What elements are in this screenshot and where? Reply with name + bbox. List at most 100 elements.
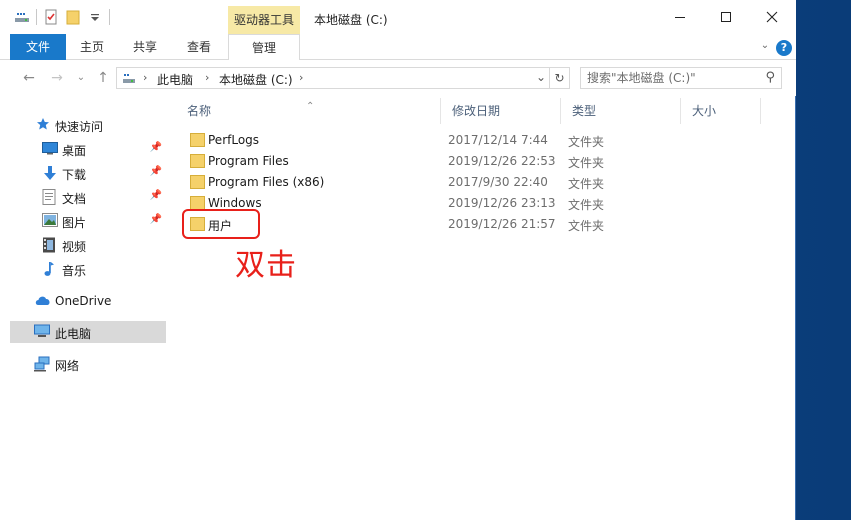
highlight-box xyxy=(182,209,260,239)
nav-item-desktop[interactable]: 桌面 📌 xyxy=(10,138,166,160)
document-icon xyxy=(42,189,58,205)
computer-icon xyxy=(34,324,50,340)
file-type: 文件夹 xyxy=(568,219,605,233)
column-header-label: 修改日期 xyxy=(452,104,501,118)
toolbar-separator xyxy=(36,9,37,25)
back-arrow-icon: ← xyxy=(23,70,35,86)
file-type: 文件夹 xyxy=(568,198,605,212)
column-header-label: 类型 xyxy=(572,104,597,118)
tab-manage[interactable]: 管理 xyxy=(228,34,300,61)
nav-quick-access[interactable]: 快速访问 xyxy=(10,114,166,136)
file-date: 2017/9/30 22:40 xyxy=(448,175,548,189)
column-header-type[interactable]: 类型 xyxy=(561,98,681,124)
column-header-size[interactable]: 大小 xyxy=(681,98,761,124)
drive-tools-context-tab: 驱动器工具 xyxy=(228,6,300,34)
file-date: 2019/12/26 22:53 xyxy=(448,154,556,168)
nav-network[interactable]: 网络 xyxy=(10,353,166,375)
customize-dropdown-icon[interactable] xyxy=(87,9,103,25)
file-type: 文件夹 xyxy=(568,135,605,149)
column-header-name[interactable]: 名称 ⌃ xyxy=(176,98,441,124)
sort-ascending-icon: ⌃ xyxy=(306,101,315,112)
nav-item-label: 音乐 xyxy=(62,264,87,278)
forward-button[interactable]: → xyxy=(48,69,66,87)
nav-item-documents[interactable]: 文档 📌 xyxy=(10,186,166,208)
tab-share[interactable]: 共享 xyxy=(122,34,168,60)
nav-item-music[interactable]: 音乐 xyxy=(10,258,166,280)
file-name: Program Files (x86) xyxy=(208,175,325,189)
picture-icon xyxy=(42,213,58,229)
pin-icon[interactable]: 📌 xyxy=(150,214,162,225)
folder-icon xyxy=(190,175,205,189)
nav-item-downloads[interactable]: 下载 📌 xyxy=(10,162,166,184)
maximize-button[interactable] xyxy=(703,0,749,34)
back-button[interactable]: ← xyxy=(20,69,38,87)
breadcrumb-separator: › xyxy=(143,71,148,84)
search-box[interactable]: ⚲ xyxy=(580,67,782,89)
address-bar[interactable]: › 此电脑 › 本地磁盘 (C:) › ⌄ xyxy=(116,67,550,89)
chevron-down-icon: ⌄ xyxy=(760,40,770,51)
refresh-icon: ↻ xyxy=(554,71,565,85)
up-button[interactable]: ↑ xyxy=(94,69,112,87)
tab-home[interactable]: 主页 xyxy=(70,34,114,60)
tab-file[interactable]: 文件 xyxy=(10,34,66,60)
nav-item-label: 图片 xyxy=(62,216,87,230)
collapse-ribbon-button[interactable]: ⌄ xyxy=(758,38,772,54)
navigation-pane: 快速访问 桌面 📌 下载 📌 文档 📌 图片 📌 视频 音乐 OneDrive … xyxy=(10,96,168,520)
new-folder-icon[interactable] xyxy=(65,9,81,25)
table-row[interactable]: Program Files 2019/12/26 22:53 文件夹 xyxy=(176,151,796,172)
cloud-icon xyxy=(34,293,50,309)
breadcrumb-separator: › xyxy=(299,71,304,84)
address-row: ← → ⌄ ↑ › 此电脑 › 本地磁盘 (C:) › ⌄ ↻ ⚲ xyxy=(0,60,796,96)
close-icon xyxy=(766,11,778,23)
nav-item-pictures[interactable]: 图片 📌 xyxy=(10,210,166,232)
nav-network-label: 网络 xyxy=(55,359,80,373)
breadcrumb-separator: › xyxy=(205,71,210,84)
drive-icon[interactable] xyxy=(14,9,30,25)
file-date: 2019/12/26 21:57 xyxy=(448,217,556,231)
nav-onedrive-label: OneDrive xyxy=(55,294,112,308)
search-icon: ⚲ xyxy=(765,70,775,85)
ribbon-tabs: 文件 主页 共享 查看 管理 ⌄ ? xyxy=(0,34,796,61)
pin-icon[interactable]: 📌 xyxy=(150,142,162,153)
table-row[interactable]: Program Files (x86) 2017/9/30 22:40 文件夹 xyxy=(176,172,796,193)
search-input[interactable] xyxy=(587,71,757,85)
nav-item-label: 桌面 xyxy=(62,144,87,158)
maximize-icon xyxy=(721,12,731,22)
close-button[interactable] xyxy=(749,0,795,34)
nav-quick-access-label: 快速访问 xyxy=(55,120,104,134)
properties-icon[interactable] xyxy=(43,9,59,25)
table-row[interactable]: 用户 2019/12/26 21:57 文件夹 xyxy=(176,214,796,235)
forward-arrow-icon: → xyxy=(51,70,63,86)
breadcrumb-this-pc[interactable]: 此电脑 xyxy=(157,71,193,88)
nav-onedrive[interactable]: OneDrive xyxy=(10,290,166,312)
table-row[interactable]: PerfLogs 2017/12/14 7:44 文件夹 xyxy=(176,130,796,151)
file-date: 2019/12/26 23:13 xyxy=(448,196,556,210)
column-header-label: 名称 xyxy=(187,104,212,118)
refresh-button[interactable]: ↻ xyxy=(550,67,570,89)
recent-locations-button[interactable]: ⌄ xyxy=(72,69,90,87)
music-icon xyxy=(42,261,58,277)
minimize-button[interactable] xyxy=(657,0,703,34)
pin-icon[interactable]: 📌 xyxy=(150,190,162,201)
nav-item-videos[interactable]: 视频 xyxy=(10,234,166,256)
chevron-down-icon[interactable]: ⌄ xyxy=(536,70,546,84)
folder-icon xyxy=(190,154,205,168)
breadcrumb-local-disk[interactable]: 本地磁盘 (C:) xyxy=(219,71,293,88)
nav-item-label: 文档 xyxy=(62,192,87,206)
tab-view[interactable]: 查看 xyxy=(176,34,222,60)
column-header-date[interactable]: 修改日期 xyxy=(441,98,561,124)
folder-icon xyxy=(190,196,205,210)
nav-this-pc[interactable]: 此电脑 xyxy=(10,321,166,343)
desktop-icon xyxy=(42,141,58,157)
nav-item-label: 视频 xyxy=(62,240,87,254)
up-arrow-icon: ↑ xyxy=(97,70,109,86)
file-explorer-window: 驱动器工具 本地磁盘 (C:) 文件 主页 共享 查看 管理 ⌄ ? ← → ⌄… xyxy=(0,0,796,520)
table-row[interactable]: Windows 2019/12/26 23:13 文件夹 xyxy=(176,193,796,214)
pin-icon[interactable]: 📌 xyxy=(150,166,162,177)
file-type: 文件夹 xyxy=(568,177,605,191)
annotation-text: 双击 xyxy=(235,248,297,283)
video-icon xyxy=(42,237,58,253)
help-button[interactable]: ? xyxy=(776,40,792,56)
network-icon xyxy=(34,356,50,372)
folder-icon xyxy=(190,133,205,147)
